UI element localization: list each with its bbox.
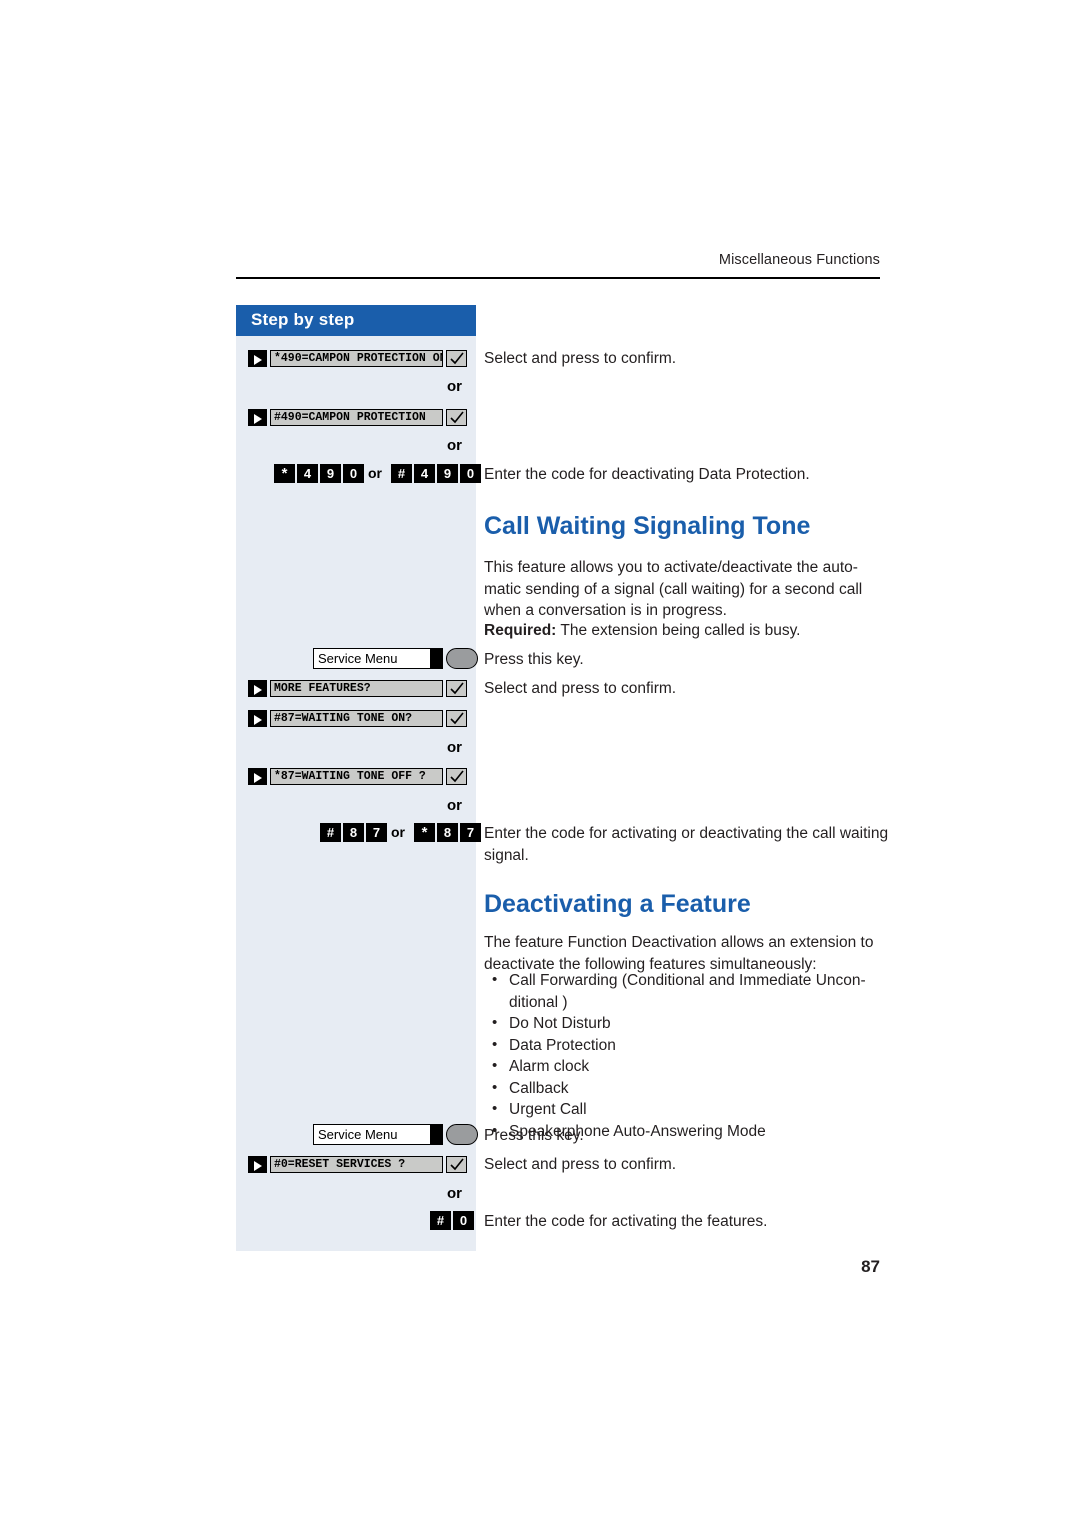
text-enter-code-features: Enter the code for activating the featur… xyxy=(484,1213,768,1230)
text-call-waiting-desc: This feature allows you to activate/deac… xyxy=(484,559,863,619)
feature-list: Call Forwarding (Conditional and Immedia… xyxy=(484,969,890,1142)
arrow-right-icon[interactable] xyxy=(248,350,267,367)
text-select-confirm-3: Select and press to confirm. xyxy=(484,1156,677,1173)
key-star[interactable]: * xyxy=(414,823,435,842)
service-menu-tab xyxy=(430,648,443,669)
arrow-right-icon[interactable] xyxy=(248,710,267,727)
service-menu-button-icon[interactable] xyxy=(446,648,478,669)
lcd-text: MORE FEATURES? xyxy=(270,680,443,697)
key-4[interactable]: 4 xyxy=(297,464,318,483)
list-item: Data Protection xyxy=(484,1034,890,1057)
key-0[interactable]: 0 xyxy=(343,464,364,483)
key-or-label: or xyxy=(391,824,405,840)
header-rule xyxy=(236,277,880,279)
document-page: Miscellaneous Functions Step by step *49… xyxy=(0,0,1080,1528)
display-row-waiting-tone-off[interactable]: *87=WAITING TONE OFF ? xyxy=(248,768,476,786)
arrow-right-icon[interactable] xyxy=(248,768,267,785)
lcd-text: #0=RESET SERVICES ? xyxy=(270,1156,443,1173)
service-menu-button-icon[interactable] xyxy=(446,1124,478,1145)
lcd-text: *490=CAMPON PROTECTION ON xyxy=(270,350,443,367)
or-separator: or xyxy=(447,378,462,395)
page-number: 87 xyxy=(861,1257,880,1276)
key-hash[interactable]: # xyxy=(320,823,341,842)
list-item: Alarm clock xyxy=(484,1055,890,1078)
display-row-more-features[interactable]: MORE FEATURES? xyxy=(248,680,476,698)
key-7[interactable]: 7 xyxy=(366,823,387,842)
key-star[interactable]: * xyxy=(274,464,295,483)
key-7[interactable]: 7 xyxy=(460,823,481,842)
service-menu-label: Service Menu xyxy=(313,1124,431,1145)
checkmark-icon[interactable] xyxy=(446,409,467,426)
lcd-text: *87=WAITING TONE OFF ? xyxy=(270,768,443,785)
text-deactivating-desc: The feature Function Deactivation allows… xyxy=(484,934,874,973)
keycode-waiting-tone: # 8 7 or * 8 7 xyxy=(320,823,481,843)
key-or-label: or xyxy=(368,465,382,481)
required-text: The extension being called is busy. xyxy=(556,622,801,639)
list-item: Urgent Call xyxy=(484,1098,890,1121)
lcd-text: #490=CAMPON PROTECTION xyxy=(270,409,443,426)
key-hash[interactable]: # xyxy=(391,464,412,483)
text-select-confirm-2: Select and press to confirm. xyxy=(484,680,677,697)
checkmark-icon[interactable] xyxy=(446,680,467,697)
list-item: Call Forwarding (Conditional and Immedia… xyxy=(484,969,890,1013)
text-required: Required: The extension being called is … xyxy=(484,620,890,642)
display-row-waiting-tone-on[interactable]: #87=WAITING TONE ON? xyxy=(248,710,476,728)
key-0[interactable]: 0 xyxy=(460,464,481,483)
text-press-key-2: Press this key. xyxy=(484,1127,584,1144)
list-item: Do Not Disturb xyxy=(484,1012,890,1035)
checkmark-icon[interactable] xyxy=(446,350,467,367)
step-by-step-title: Step by step xyxy=(251,310,355,329)
arrow-right-icon[interactable] xyxy=(248,1156,267,1173)
checkmark-icon[interactable] xyxy=(446,768,467,785)
key-9[interactable]: 9 xyxy=(320,464,341,483)
service-menu-label: Service Menu xyxy=(313,648,431,669)
or-separator: or xyxy=(447,437,462,454)
display-row-campon-protection[interactable]: #490=CAMPON PROTECTION xyxy=(248,409,476,427)
key-8[interactable]: 8 xyxy=(343,823,364,842)
required-label: Required: xyxy=(484,622,557,639)
key-4[interactable]: 4 xyxy=(414,464,435,483)
lcd-text: #87=WAITING TONE ON? xyxy=(270,710,443,727)
text-enter-code-waiting: Enter the code for activating or deactiv… xyxy=(484,825,889,864)
checkmark-icon[interactable] xyxy=(446,710,467,727)
arrow-right-icon[interactable] xyxy=(248,680,267,697)
or-separator: or xyxy=(447,739,462,756)
or-separator: or xyxy=(447,797,462,814)
display-row-reset-services[interactable]: #0=RESET SERVICES ? xyxy=(248,1156,476,1174)
checkmark-icon[interactable] xyxy=(446,1156,467,1173)
or-separator: or xyxy=(447,1185,462,1202)
display-row-campon-protection-on[interactable]: *490=CAMPON PROTECTION ON xyxy=(248,350,476,368)
key-0[interactable]: 0 xyxy=(453,1211,474,1230)
heading-call-waiting-signaling-tone: Call Waiting Signaling Tone xyxy=(484,512,811,540)
text-select-confirm-1: Select and press to confirm. xyxy=(484,350,677,367)
key-hash[interactable]: # xyxy=(430,1211,451,1230)
text-press-key-1: Press this key. xyxy=(484,651,584,668)
keycode-data-protection: * 4 9 0 or # 4 9 0 xyxy=(274,464,481,484)
service-menu-key[interactable]: Service Menu xyxy=(313,648,483,669)
arrow-right-icon[interactable] xyxy=(248,409,267,426)
service-menu-key[interactable]: Service Menu xyxy=(313,1124,483,1145)
heading-deactivating-a-feature: Deactivating a Feature xyxy=(484,890,751,918)
key-8[interactable]: 8 xyxy=(437,823,458,842)
step-by-step-header: Step by step xyxy=(236,305,476,336)
list-item: Callback xyxy=(484,1077,890,1100)
key-9[interactable]: 9 xyxy=(437,464,458,483)
service-menu-tab xyxy=(430,1124,443,1145)
keycode-reset: # 0 xyxy=(430,1211,476,1231)
running-head: Miscellaneous Functions xyxy=(718,252,880,268)
text-enter-code-dataprot: Enter the code for deactivating Data Pro… xyxy=(484,466,810,483)
